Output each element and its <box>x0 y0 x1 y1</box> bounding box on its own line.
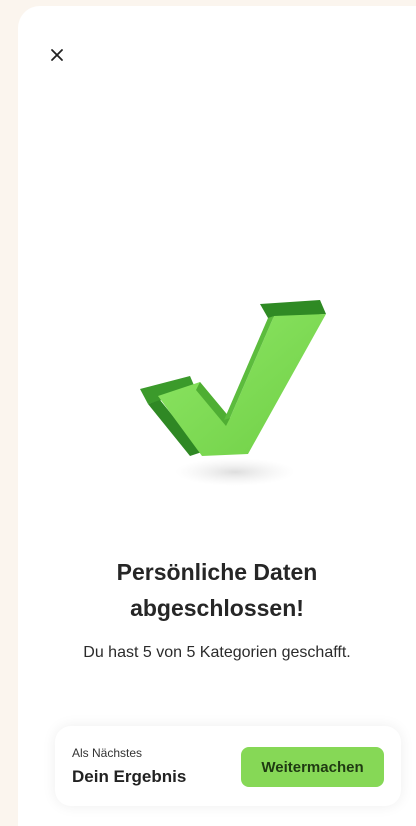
checkmark-icon <box>140 300 326 486</box>
page-title: Persönliche Daten abgeschlossen! <box>18 554 416 626</box>
close-icon <box>51 49 63 61</box>
close-button[interactable] <box>46 44 68 66</box>
page-title-line-2: abgeschlossen! <box>130 595 304 621</box>
page-subtitle: Du hast 5 von 5 Kategorien geschafft. <box>83 644 351 661</box>
modal-sheet: Persönliche Daten abgeschlossen! Du hast… <box>18 6 416 826</box>
page-title-line-1: Persönliche Daten <box>116 559 318 585</box>
continue-button[interactable]: Weitermachen <box>241 747 384 787</box>
next-step-caption: Als Nächstes <box>72 746 143 760</box>
next-step-title: Dein Ergebnis <box>72 767 187 786</box>
next-step-card: Als Nächstes Dein Ergebnis Weitermachen <box>55 726 401 806</box>
